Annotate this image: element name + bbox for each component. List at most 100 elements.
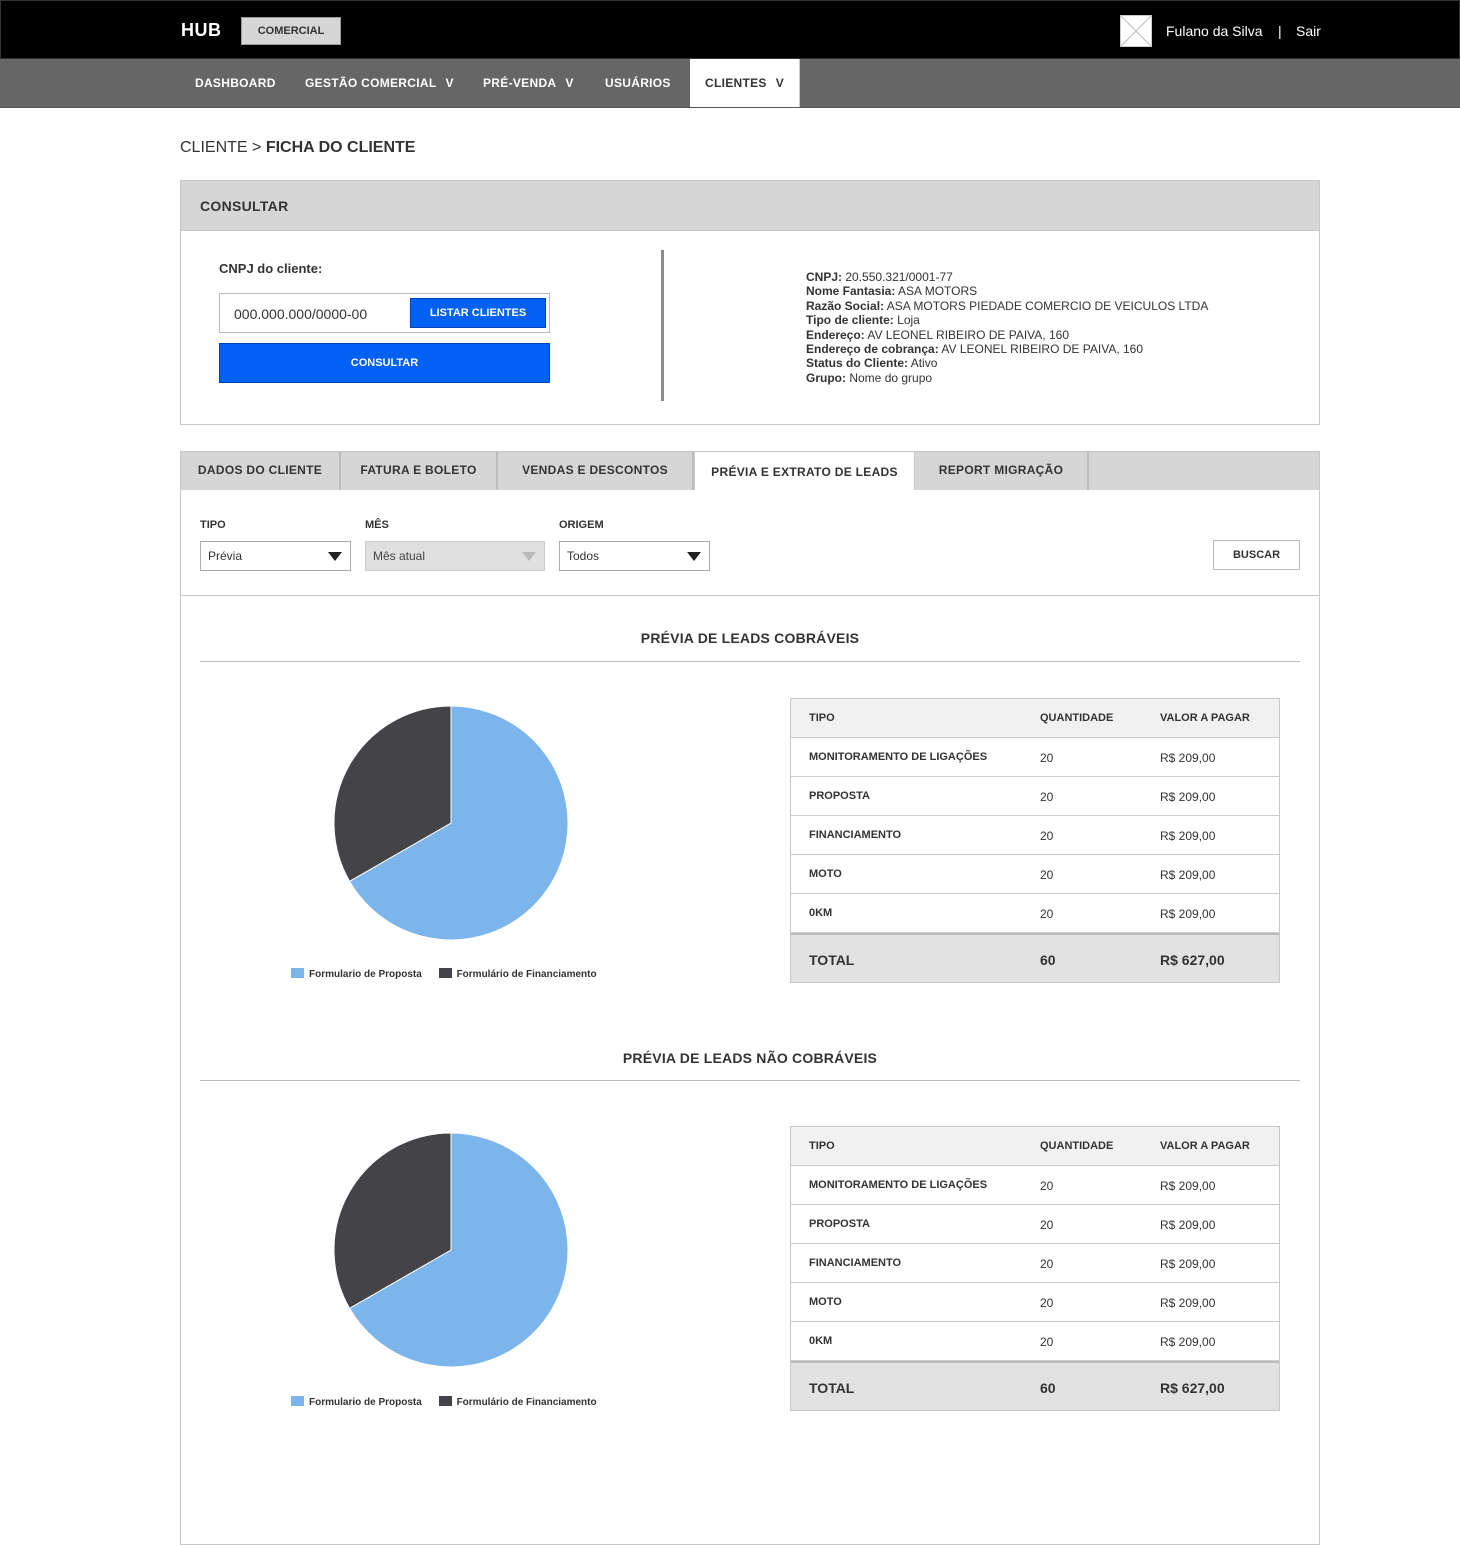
table-row: MONITORAMENTO DE LIGAÇÕES 20 R$ 209,00 xyxy=(791,1166,1279,1205)
dropdown-caret-icon xyxy=(328,552,342,561)
chevron-down-icon: V xyxy=(565,76,574,90)
col-header-tipo: TIPO xyxy=(809,1140,835,1152)
table-row: FINANCIAMENTO 20 R$ 209,00 xyxy=(791,816,1279,855)
legend-item[interactable]: Formulario de Proposta xyxy=(291,1396,422,1408)
nav-item-dashboard[interactable]: DASHBOARD xyxy=(195,59,276,107)
nav-item-usuarios[interactable]: USUÁRIOS xyxy=(605,59,671,107)
legend-item[interactable]: Formulário de Financiamento xyxy=(438,968,597,980)
tipo-select[interactable]: Prévia xyxy=(200,541,351,571)
mes-select-value: Mês atual xyxy=(373,549,426,563)
table-row: PROPOSTA 20 R$ 209,00 xyxy=(791,777,1279,816)
pie-chart-nao-cobraveis xyxy=(333,1132,569,1368)
nav-item-label: USUÁRIOS xyxy=(605,76,671,90)
table-row: FINANCIAMENTO 20 R$ 209,00 xyxy=(791,1244,1279,1283)
info-endereco-cobranca: Endereço de cobrança: AV LEONEL RIBEIRO … xyxy=(806,342,1144,357)
section-divider xyxy=(200,661,1300,662)
table-row: PROPOSTA 20 R$ 209,00 xyxy=(791,1205,1279,1244)
section-title-cobraveis: PRÉVIA DE LEADS COBRÁVEIS xyxy=(640,630,860,646)
nav-item-clientes[interactable]: CLIENTES V xyxy=(690,59,800,107)
avatar[interactable] xyxy=(1120,15,1152,47)
tab-content: TIPO Prévia MÊS Mês atual ORIGEM Todos B… xyxy=(180,490,1320,1545)
pie-chart-cobraveis xyxy=(333,705,569,941)
filter-origem-label: ORIGEM xyxy=(559,519,604,531)
info-cnpj: CNPJ: 20.550.321/0001-77 xyxy=(806,270,953,284)
table-total-row: TOTAL 60 R$ 627,00 xyxy=(791,933,1279,982)
nav-item-label: DASHBOARD xyxy=(195,76,276,90)
section-title-nao-cobraveis: PRÉVIA DE LEADS NÃO COBRÁVEIS xyxy=(622,1050,878,1066)
table-header: TIPO QUANTIDADE VALOR A PAGAR xyxy=(791,699,1279,738)
logout-link[interactable]: Sair xyxy=(1296,23,1321,39)
consult-button[interactable]: CONSULTAR xyxy=(219,343,550,383)
dropdown-caret-icon xyxy=(522,552,536,561)
filter-tipo-label: TIPO xyxy=(200,519,226,531)
pie-legend-nao-cobraveis: Formulario de Proposta Formulário de Fin… xyxy=(291,1396,611,1408)
table-row: MONITORAMENTO DE LIGAÇÕES 20 R$ 209,00 xyxy=(791,738,1279,777)
breadcrumb: CLIENTE > FICHA DO CLIENTE xyxy=(180,139,415,157)
legend-swatch-light xyxy=(291,1396,304,1406)
origem-select-value: Todos xyxy=(567,549,600,563)
tab-dados-do-cliente[interactable]: DADOS DO CLIENTE xyxy=(181,452,341,490)
brand-logo[interactable]: HUB xyxy=(181,20,222,41)
pie-legend-cobraveis: Formulario de Proposta Formulário de Fin… xyxy=(291,968,611,980)
info-nome-fantasia: Nome Fantasia: ASA MOTORS xyxy=(806,284,978,299)
search-button[interactable]: BUSCAR xyxy=(1213,540,1300,570)
col-header-tipo: TIPO xyxy=(809,712,835,724)
legend-item[interactable]: Formulário de Financiamento xyxy=(438,1396,597,1408)
col-header-quantidade: QUANTIDADE xyxy=(1040,712,1114,724)
table-total-row: TOTAL 60 R$ 627,00 xyxy=(791,1361,1279,1410)
origem-select[interactable]: Todos xyxy=(559,541,710,571)
table-row: 0KM 20 R$ 209,00 xyxy=(791,1322,1279,1361)
dropdown-caret-icon xyxy=(687,552,701,561)
info-tipo-cliente: Tipo de cliente: Loja xyxy=(806,313,920,328)
top-bar: HUB COMERCIAL Fulano da Silva | Sair xyxy=(0,0,1460,60)
filter-mes-label: MÊS xyxy=(365,519,389,531)
info-razao-social: Razão Social: ASA MOTORS PIEDADE COMERCI… xyxy=(806,298,1209,313)
tab-vendas-e-descontos[interactable]: VENDAS E DESCONTOS xyxy=(498,452,694,490)
module-button[interactable]: COMERCIAL xyxy=(241,17,341,45)
consult-panel-header: CONSULTAR xyxy=(181,181,1319,231)
cnpj-input[interactable] xyxy=(234,306,404,322)
info-status: Status do Cliente: Ativo xyxy=(806,356,938,371)
leads-table-cobraveis: TIPO QUANTIDADE VALOR A PAGAR MONITORAME… xyxy=(790,698,1280,983)
tab-bar: DADOS DO CLIENTE FATURA E BOLETO VENDAS … xyxy=(180,451,1320,492)
legend-swatch-dark xyxy=(438,968,452,978)
table-row: 0KM 20 R$ 209,00 xyxy=(791,894,1279,933)
nav-item-gestao-comercial[interactable]: GESTÃO COMERCIAL V xyxy=(305,59,454,107)
list-clients-button[interactable]: LISTAR CLIENTES xyxy=(410,298,546,328)
table-row: MOTO 20 R$ 209,00 xyxy=(791,1283,1279,1322)
nav-item-label: GESTÃO COMERCIAL xyxy=(305,76,437,90)
table-header: TIPO QUANTIDADE VALOR A PAGAR xyxy=(791,1127,1279,1166)
header-separator: | xyxy=(1278,23,1282,39)
consult-panel-title: CONSULTAR xyxy=(200,198,289,214)
chevron-down-icon: V xyxy=(445,76,454,90)
tab-previa-e-extrato-de-leads[interactable]: PRÉVIA E EXTRATO DE LEADS xyxy=(694,452,915,492)
breadcrumb-parent[interactable]: CLIENTE xyxy=(180,139,248,156)
tab-fatura-e-boleto[interactable]: FATURA E BOLETO xyxy=(341,452,498,490)
chevron-down-icon: V xyxy=(775,76,785,90)
panel-divider xyxy=(661,250,664,401)
col-header-valor: VALOR A PAGAR xyxy=(1160,712,1250,724)
cnpj-label: CNPJ do cliente: xyxy=(219,261,323,276)
info-grupo: Grupo: Nome do grupo xyxy=(806,370,933,385)
col-header-valor: VALOR A PAGAR xyxy=(1160,1140,1250,1152)
consult-panel: CONSULTAR CNPJ do cliente: LISTAR CLIENT… xyxy=(180,180,1320,425)
breadcrumb-separator: > xyxy=(252,139,262,156)
image-placeholder-icon xyxy=(1121,16,1151,46)
tab-report-migracao[interactable]: REPORT MIGRAÇÃO xyxy=(915,452,1089,490)
mes-select[interactable]: Mês atual xyxy=(365,541,545,571)
leads-table-nao-cobraveis: TIPO QUANTIDADE VALOR A PAGAR MONITORAME… xyxy=(790,1126,1280,1411)
main-nav: DASHBOARD GESTÃO COMERCIAL V PRÉ-VENDA V U… xyxy=(0,59,1460,108)
col-header-quantidade: QUANTIDADE xyxy=(1040,1140,1114,1152)
user-name[interactable]: Fulano da Silva xyxy=(1166,23,1263,39)
nav-item-pre-venda[interactable]: PRÉ-VENDA V xyxy=(483,59,574,107)
filters-divider xyxy=(181,595,1319,596)
nav-item-label: PRÉ-VENDA xyxy=(483,76,557,90)
legend-swatch-light xyxy=(291,968,304,978)
nav-item-label: CLIENTES xyxy=(705,76,767,90)
client-info: CNPJ: 20.550.321/0001-77 Nome Fantasia: … xyxy=(806,270,1208,385)
tipo-select-value: Prévia xyxy=(208,549,243,563)
legend-item[interactable]: Formulario de Proposta xyxy=(291,968,422,980)
legend-swatch-dark xyxy=(438,1396,452,1406)
info-endereco: Endereço: AV LEONEL RIBEIRO DE PAIVA, 16… xyxy=(806,327,1069,342)
table-row: MOTO 20 R$ 209,00 xyxy=(791,855,1279,894)
